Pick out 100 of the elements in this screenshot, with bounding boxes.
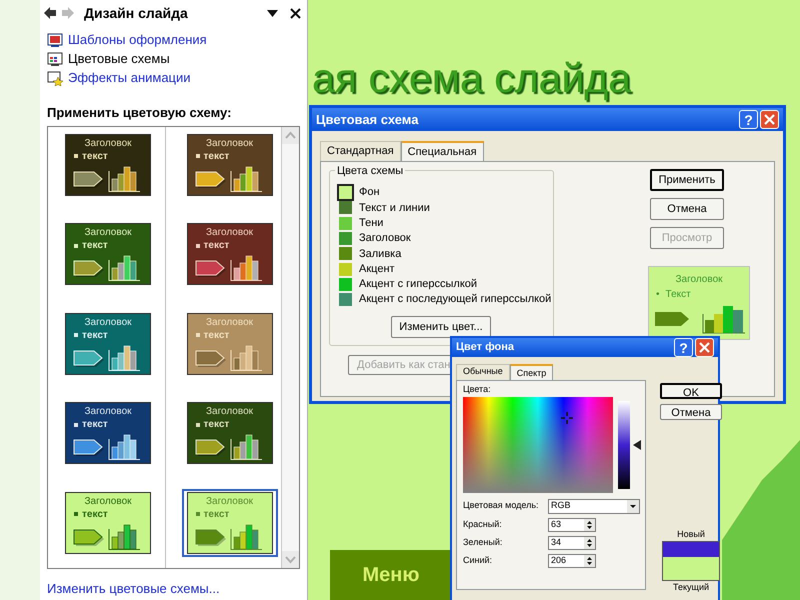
thumbnail-title: Заголовок — [206, 227, 254, 240]
slider-thumb[interactable] — [633, 440, 641, 450]
number-field[interactable]: 206 — [548, 554, 596, 568]
back-arrow-icon[interactable] — [44, 7, 56, 19]
bullet-icon — [196, 154, 200, 158]
change-schemes-link[interactable]: Изменить цветовые схемы... — [47, 578, 307, 598]
tab[interactable]: Стандартная — [320, 141, 401, 161]
color-label: Фон — [359, 185, 380, 200]
pane-link[interactable]: Шаблоны оформления — [68, 30, 207, 50]
color-label: Заливка — [359, 246, 402, 262]
thumbnail-text: текст — [204, 239, 230, 252]
thumbnail-title: Заголовок — [84, 227, 132, 240]
star-icon — [47, 70, 63, 86]
scroll-down-icon[interactable] — [282, 550, 299, 568]
color-label: Акцент — [359, 262, 395, 277]
thumbnail-text: текст — [204, 328, 230, 342]
thumbnail-title: Заголовок — [206, 496, 254, 508]
dialog-button[interactable]: Изменить цвет... — [391, 316, 491, 338]
color-label: Тени — [359, 216, 384, 231]
section-heading: Применить цветовую схему: — [47, 104, 232, 122]
help-button[interactable]: ? — [674, 338, 693, 357]
scrollbar[interactable] — [282, 126, 299, 568]
new-color-label: Новый — [677, 529, 705, 539]
crosshair-icon[interactable] — [561, 412, 573, 424]
close-icon[interactable] — [290, 8, 301, 18]
thumbnail-text: текст — [82, 508, 108, 521]
color-label: Акцент с последующей гиперссылкой — [359, 292, 552, 308]
palette-icon — [47, 52, 63, 66]
bullet-icon — [74, 244, 78, 248]
bullet-icon — [74, 422, 78, 427]
bullet-icon — [196, 512, 200, 516]
thumbnail-text: текст — [204, 150, 230, 162]
color-label: Заголовок — [359, 231, 411, 246]
field-label: Цветовая модель: — [463, 499, 540, 512]
dropdown-icon[interactable] — [267, 10, 278, 16]
colors-label: Цвета: — [463, 383, 492, 396]
dropdown-value: RGB — [551, 499, 571, 512]
pane-link[interactable]: Цветовые схемы — [68, 49, 170, 69]
color-label: Акцент с гиперссылкой — [359, 277, 478, 292]
preview-text: Текст — [666, 288, 691, 302]
color-label: Текст и линии — [359, 200, 430, 216]
bullet-icon — [74, 154, 78, 158]
tab[interactable]: Спектр — [510, 364, 554, 380]
color-swatch[interactable] — [339, 262, 352, 276]
tab[interactable]: Специальная — [400, 141, 484, 161]
field-label: Красный: — [463, 518, 503, 531]
slide-title: ая схема слайда — [312, 54, 632, 103]
thumbnail-title: Заголовок — [206, 138, 254, 150]
field-label: Зеленый: — [463, 536, 504, 549]
thumbnail-text: текст — [82, 239, 108, 252]
close-button[interactable] — [695, 338, 714, 357]
color-swatch[interactable] — [339, 201, 352, 214]
dialog-button[interactable]: Отмена — [650, 198, 724, 220]
window-title: Цвет фона — [456, 340, 516, 356]
current-color-label: Текущий — [673, 582, 709, 592]
close-button[interactable] — [760, 110, 779, 129]
slide-icon — [47, 32, 63, 48]
field-value: 34 — [551, 536, 562, 549]
dialog-button[interactable]: Применить — [650, 169, 724, 191]
bullet-icon — [74, 333, 78, 338]
spinner-icon[interactable] — [584, 554, 595, 566]
group-title: Цвета схемы — [335, 163, 406, 180]
number-field[interactable]: 63 — [548, 518, 596, 532]
dialog-button[interactable]: Отмена — [660, 404, 722, 420]
spinner-icon[interactable] — [584, 518, 595, 530]
color-swatch[interactable] — [339, 278, 352, 291]
tab[interactable]: Обычные — [456, 364, 510, 380]
field-value: 206 — [551, 554, 566, 567]
bullet-icon — [196, 422, 200, 427]
thumbnail-text: текст — [82, 150, 108, 162]
thumbnail-title: Заголовок — [84, 406, 132, 418]
thumbnail-text: текст — [204, 418, 230, 432]
thumbnail-text: текст — [204, 508, 230, 521]
pane-title: Дизайн слайда — [84, 4, 189, 23]
thumbnail-text: текст — [82, 328, 108, 342]
bullet-icon — [196, 333, 200, 338]
bullet-icon — [196, 244, 200, 248]
thumbnail-title: Заголовок — [84, 316, 132, 329]
color-swatch[interactable] — [339, 247, 352, 260]
preview-bullet: • — [656, 288, 660, 302]
dialog-button[interactable]: OK — [660, 383, 722, 399]
color-swatch[interactable] — [339, 293, 352, 306]
number-field[interactable]: 34 — [548, 536, 596, 550]
field-value: 63 — [551, 518, 562, 531]
field-label: Синий: — [463, 554, 494, 567]
spinner-icon[interactable] — [584, 536, 595, 548]
color-swatch[interactable] — [339, 232, 352, 246]
model-dropdown[interactable]: RGB — [548, 498, 640, 514]
scroll-up-icon[interactable] — [282, 126, 299, 144]
thumbnail-title: Заголовок — [84, 496, 132, 508]
pane-link[interactable]: Эффекты анимации — [68, 68, 191, 88]
close-icon — [764, 114, 775, 125]
color-swatch[interactable] — [339, 186, 352, 200]
window-title: Цветовая схема — [316, 110, 420, 129]
close-icon — [699, 342, 710, 353]
help-button[interactable]: ? — [739, 110, 758, 129]
thumbnail-title: Заголовок — [206, 406, 254, 418]
color-swatch[interactable] — [339, 216, 352, 230]
luminance-slider[interactable] — [618, 400, 642, 488]
preview-title: Заголовок — [674, 273, 724, 287]
